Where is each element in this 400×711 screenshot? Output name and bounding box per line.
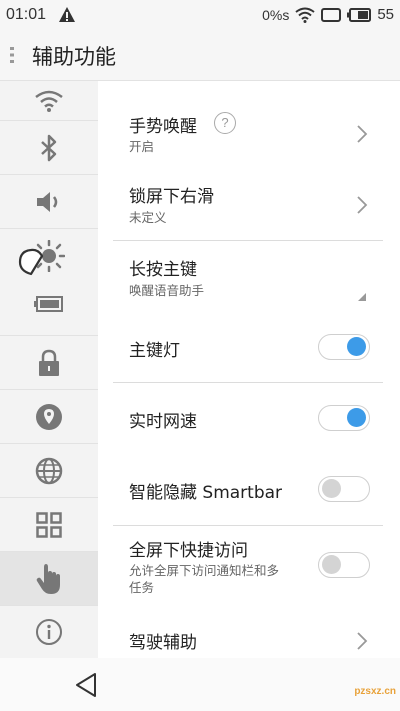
smart-hide-row: 智能隐藏 Smartbar [98, 454, 400, 524]
sidebar-item-volume[interactable] [0, 175, 98, 229]
driving-assist-row[interactable]: 驾驶辅助 [98, 613, 400, 658]
battery-icon [347, 7, 372, 22]
grid-icon [36, 511, 62, 538]
warning-icon [59, 7, 75, 22]
row-title: 智能隐藏 Smartbar [129, 483, 283, 503]
row-subtitle: 唤醒语音助手 [129, 283, 205, 298]
battery-icon [34, 296, 63, 312]
status-indicators: 0%s 55 [262, 6, 394, 23]
bluetooth-icon [41, 134, 57, 161]
home-key-light-row: 主键灯 [98, 312, 400, 382]
sidebar-item-accessibility[interactable] [0, 552, 98, 606]
volume-icon [37, 191, 58, 212]
wifi-icon [295, 7, 315, 23]
row-title: 主键灯 [129, 341, 180, 361]
status-time: 01:01 [6, 6, 47, 23]
sidebar [0, 81, 99, 658]
row-subtitle: 开启 [129, 139, 155, 154]
row-subtitle-line2: 任务 [129, 580, 155, 595]
navigation-bar: pzsxz.cn [0, 658, 400, 711]
help-icon[interactable]: ? [214, 112, 236, 134]
lock-icon [39, 349, 59, 376]
long-press-home-row[interactable]: 长按主键 唤醒语音助手 [98, 241, 400, 311]
fullscreen-access-toggle[interactable] [318, 552, 370, 578]
settings-list: 手势唤醒 ? 开启 锁屏下右滑 未定义 长按主键 唤醒语音助手 主键灯 实时网速… [98, 81, 400, 658]
menu-icon[interactable] [10, 45, 22, 65]
screen-icon [321, 7, 342, 22]
row-title: 手势唤醒 [129, 117, 197, 137]
row-title: 实时网速 [129, 412, 197, 432]
sidebar-item-about[interactable] [0, 606, 98, 658]
chevron-right-icon [357, 125, 368, 143]
sidebar-item-language[interactable] [0, 444, 98, 498]
sidebar-item-location[interactable] [0, 390, 98, 444]
location-icon [36, 403, 62, 430]
smart-hide-toggle[interactable] [318, 476, 370, 502]
hand-gesture-icon [36, 563, 60, 594]
row-subtitle: 未定义 [129, 210, 167, 225]
sidebar-item-display[interactable] [0, 229, 98, 336]
battery-level: 55 [377, 6, 394, 23]
assistive-touch-icon[interactable] [16, 246, 48, 278]
globe-icon [35, 457, 63, 484]
row-title: 驾驶辅助 [129, 633, 197, 653]
chevron-right-icon [357, 196, 368, 214]
data-rate: 0%s [262, 6, 290, 23]
sidebar-item-lock[interactable] [0, 336, 98, 390]
title-bar: 辅助功能 [0, 30, 400, 81]
gesture-wake-row[interactable]: 手势唤醒 ? 开启 [98, 81, 400, 154]
sidebar-item-apps[interactable] [0, 498, 98, 552]
info-icon [36, 619, 62, 645]
wifi-icon [35, 90, 63, 112]
sidebar-item-bluetooth[interactable] [0, 121, 98, 175]
watermark: pzsxz.cn [354, 686, 396, 697]
lockscreen-swipe-row[interactable]: 锁屏下右滑 未定义 [98, 165, 400, 237]
sidebar-item-wifi[interactable] [0, 81, 98, 121]
status-bar: 01:01 0%s 55 [0, 0, 400, 30]
row-title: 锁屏下右滑 [129, 187, 214, 207]
home-key-light-toggle[interactable] [318, 334, 370, 360]
chevron-right-icon [357, 632, 368, 650]
fullscreen-access-row: 全屏下快捷访问 允许全屏下访问通知栏和多 任务 [98, 526, 400, 612]
row-title: 长按主键 [129, 260, 197, 280]
row-subtitle: 允许全屏下访问通知栏和多 [129, 563, 280, 578]
page-title: 辅助功能 [32, 45, 116, 69]
realtime-speed-row: 实时网速 [98, 383, 400, 453]
dropdown-indicator-icon [358, 293, 366, 301]
back-triangle-icon[interactable] [74, 672, 98, 698]
realtime-speed-toggle[interactable] [318, 405, 370, 431]
row-title: 全屏下快捷访问 [129, 541, 248, 561]
